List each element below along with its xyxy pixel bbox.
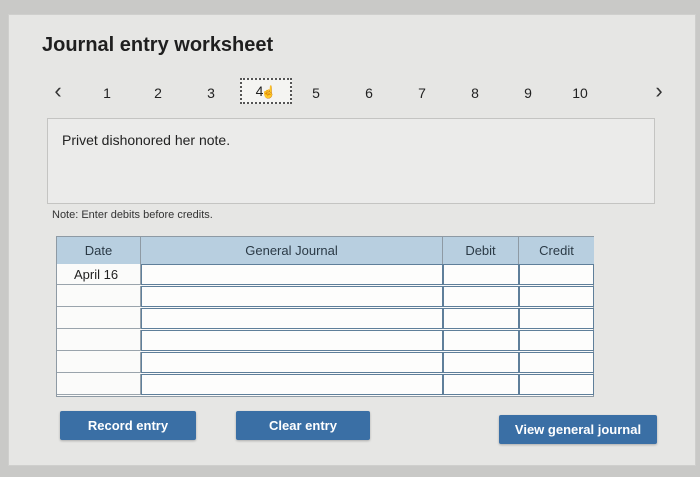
transaction-description: Privet dishonored her note.	[62, 132, 231, 148]
transaction-description-box: Privet dishonored her note.	[47, 118, 655, 204]
page-9[interactable]: 9	[516, 84, 540, 102]
date-cell[interactable]	[57, 330, 141, 351]
date-cell[interactable]	[57, 374, 141, 395]
page-2[interactable]: 2	[146, 84, 170, 102]
page-7[interactable]: 7	[410, 84, 434, 102]
date-value: April 16	[74, 267, 119, 282]
account-input[interactable]	[141, 308, 443, 329]
record-entry-button[interactable]: Record entry	[60, 411, 196, 440]
journal-entry-table: Date General Journal Debit Credit April …	[56, 236, 594, 397]
page-5[interactable]: 5	[304, 84, 328, 102]
debit-input[interactable]	[443, 330, 519, 351]
header-debit: Debit	[443, 237, 519, 264]
header-credit: Credit	[519, 237, 594, 264]
credit-input[interactable]	[519, 330, 594, 351]
hand-cursor-icon: ☝	[261, 85, 277, 99]
page-1[interactable]: 1	[95, 84, 119, 102]
chevron-left-icon[interactable]: ‹	[48, 78, 68, 106]
debit-input[interactable]	[443, 286, 519, 307]
clear-entry-button[interactable]: Clear entry	[236, 411, 370, 440]
date-cell[interactable]: April 16	[57, 264, 141, 285]
note-text: Note: Enter debits before credits.	[52, 209, 213, 221]
account-input[interactable]	[141, 374, 443, 395]
debit-input[interactable]	[443, 264, 519, 285]
chevron-right-icon[interactable]: ›	[649, 78, 669, 106]
view-general-journal-button[interactable]: View general journal	[499, 415, 657, 444]
account-input[interactable]	[141, 264, 443, 285]
credit-input[interactable]	[519, 374, 594, 395]
debit-input[interactable]	[443, 352, 519, 373]
page-6[interactable]: 6	[357, 84, 381, 102]
page-3[interactable]: 3	[199, 84, 223, 102]
page-8[interactable]: 8	[463, 84, 487, 102]
account-input[interactable]	[141, 352, 443, 373]
page-title: Journal entry worksheet	[42, 34, 274, 56]
credit-input[interactable]	[519, 352, 594, 373]
account-input[interactable]	[141, 286, 443, 307]
date-cell[interactable]	[57, 308, 141, 329]
date-cell[interactable]	[57, 352, 141, 373]
debit-input[interactable]	[443, 308, 519, 329]
page-4-active[interactable]: 4☝	[240, 78, 292, 104]
page-navigator: ‹ 1 2 3 4☝ 5 6 7 8 9 10 ›	[0, 78, 700, 108]
credit-input[interactable]	[519, 264, 594, 285]
date-cell[interactable]	[57, 286, 141, 307]
debit-input[interactable]	[443, 374, 519, 395]
credit-input[interactable]	[519, 308, 594, 329]
header-date: Date	[57, 237, 141, 264]
credit-input[interactable]	[519, 286, 594, 307]
page-10[interactable]: 10	[568, 84, 592, 102]
account-input[interactable]	[141, 330, 443, 351]
header-general-journal: General Journal	[141, 237, 443, 264]
